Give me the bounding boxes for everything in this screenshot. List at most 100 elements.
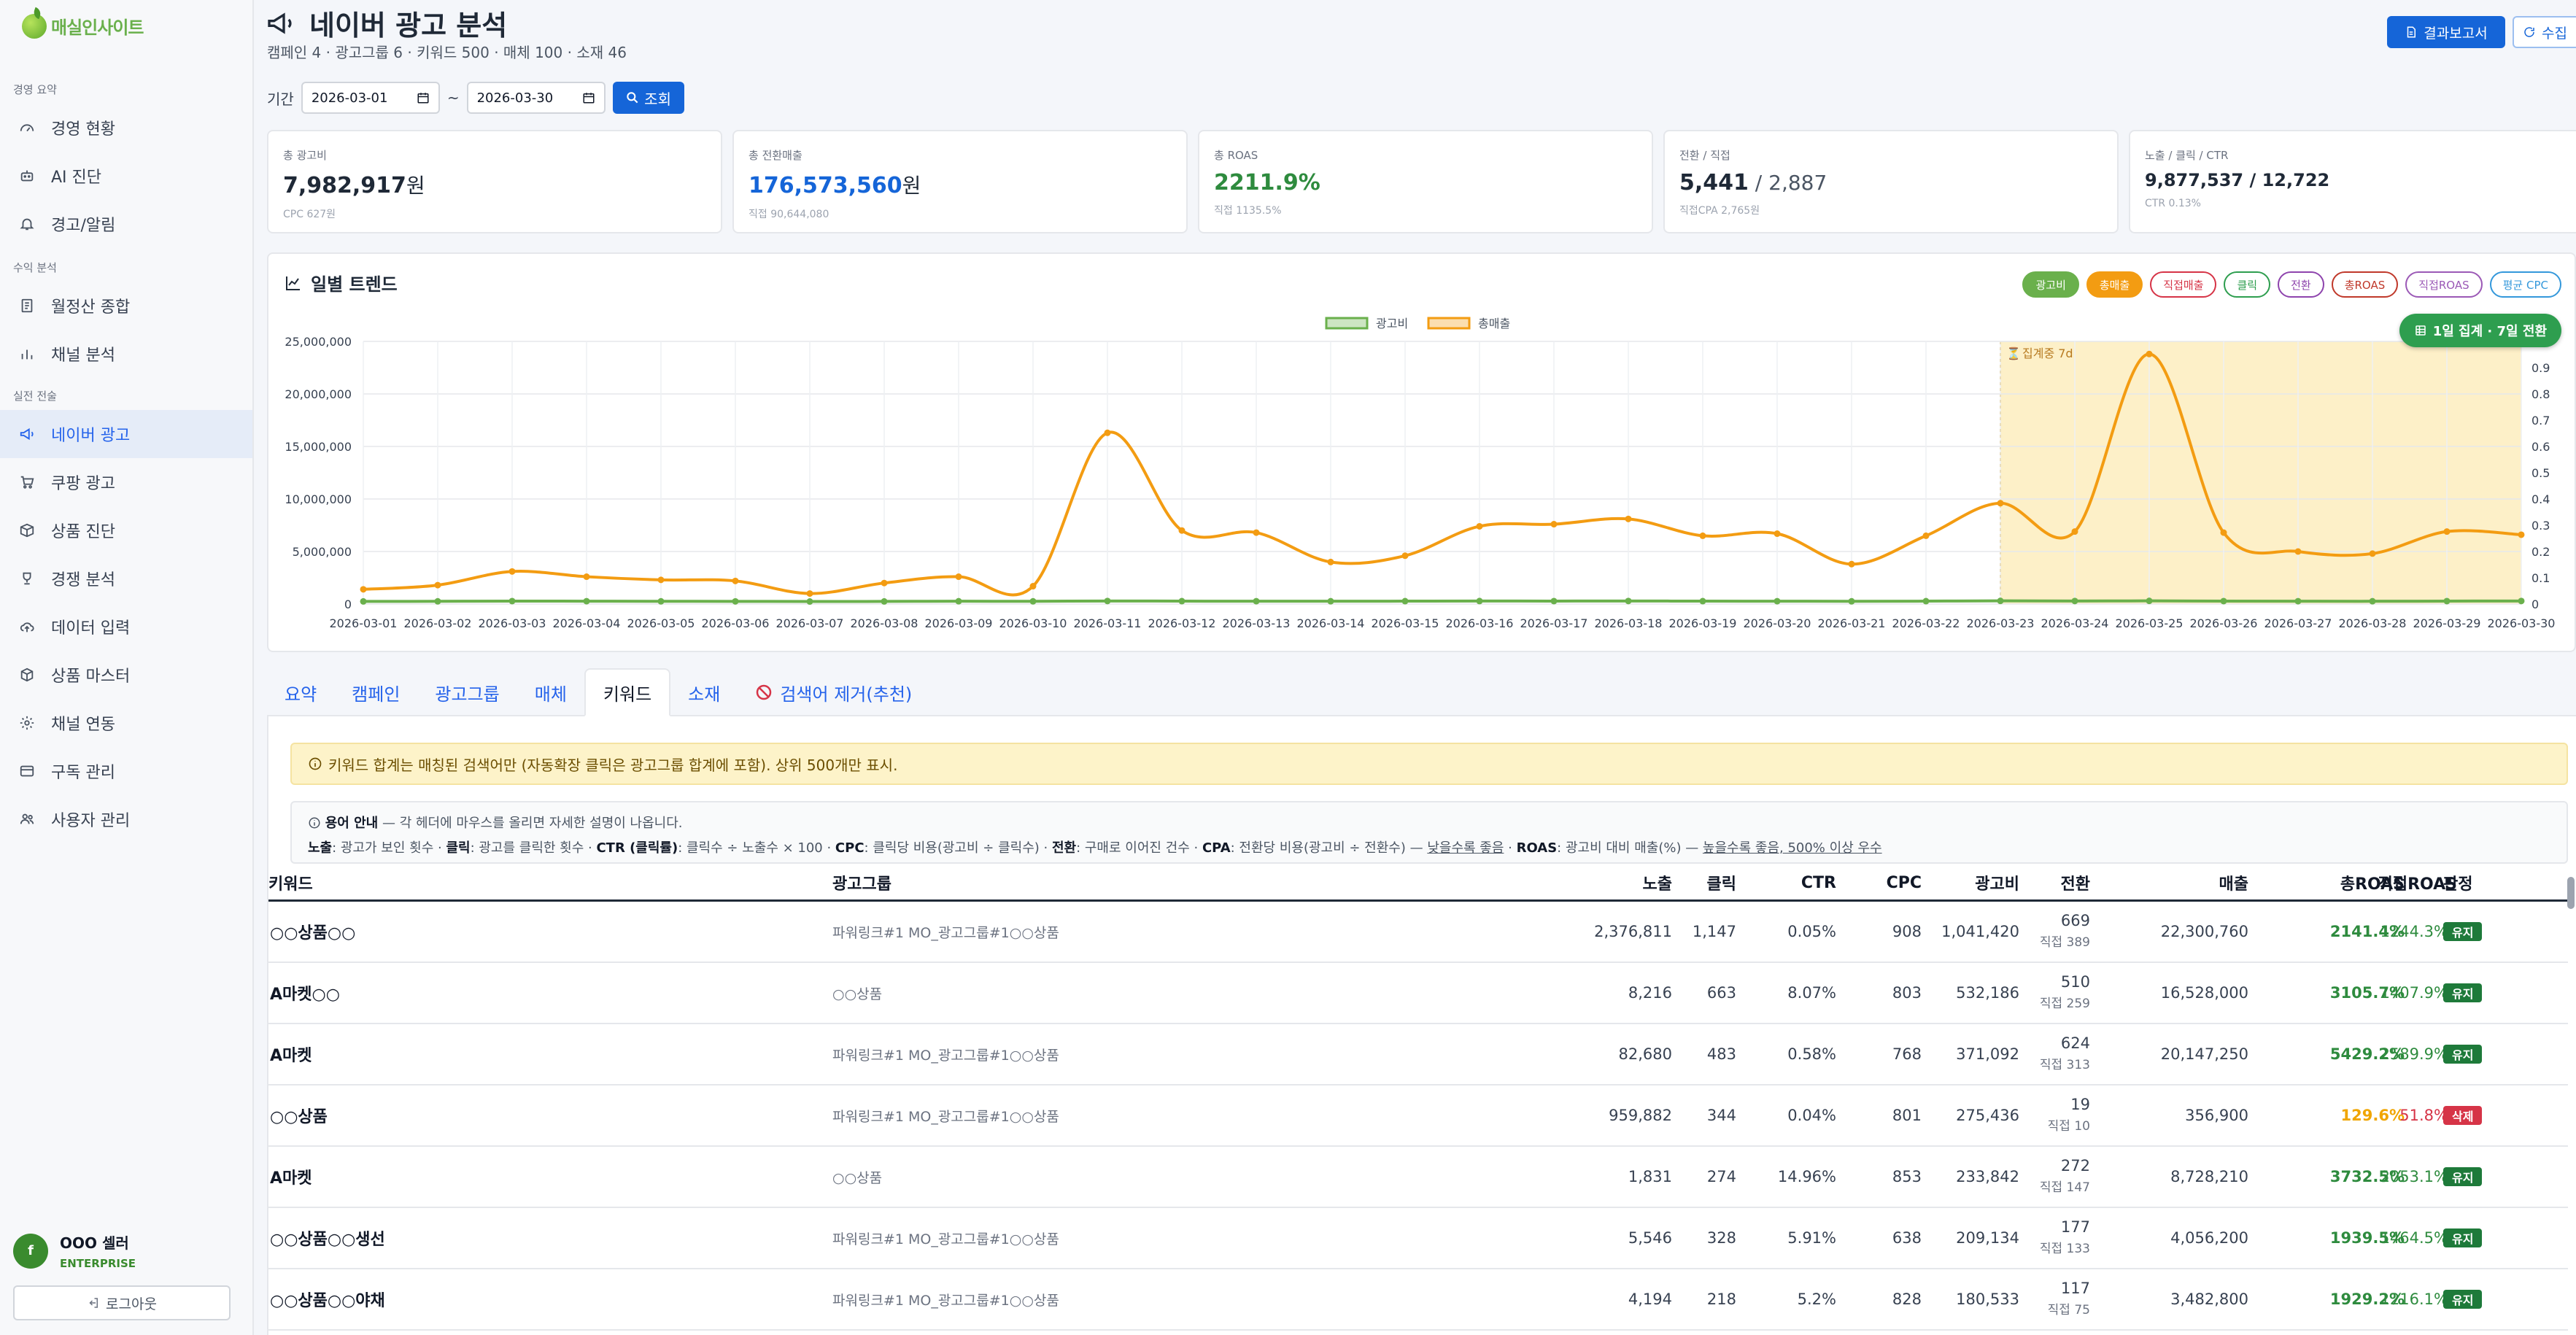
sidebar-item-naver-ads[interactable]: 네이버 광고 <box>0 410 252 458</box>
sidebar-item-users[interactable]: 사용자 관리 <box>0 795 252 843</box>
guide-desc: : 광고가 보인 횟수 · <box>332 840 446 856</box>
tab-keyword[interactable]: 키워드 <box>584 668 671 716</box>
cell-impressions: 8,216 <box>1628 984 1672 1002</box>
table-row[interactable]: A마켓 ○○상품 1,831 274 14.96% 853 233,842 8,728,210… <box>268 1147 2568 1208</box>
sidebar-item-label: 쿠팡 광고 <box>51 475 115 493</box>
cell-direct-roas: 1244.3% <box>2380 923 2448 940</box>
conversions-total: 177 <box>2060 1218 2090 1236</box>
sidebar-item-competition[interactable]: 경쟁 분석 <box>0 554 252 603</box>
cell-conversions: 624 직접 313 <box>2040 1024 2090 1084</box>
verdict-badge: 유지 <box>2443 1045 2483 1064</box>
cell-clicks: 483 <box>1706 1045 1736 1063</box>
app-logo[interactable]: 매실인사이트 <box>22 13 144 39</box>
series-toggle-pill[interactable]: 직접매출 <box>2150 271 2217 298</box>
y-tick-label: 25,000,000 <box>285 335 352 349</box>
table-row[interactable]: A마켓○○ ○○상품 8,216 663 8.07% 803 532,186 16,528,0… <box>268 963 2568 1024</box>
series-toggle-pill[interactable]: 클릭 <box>2224 271 2271 298</box>
data-point <box>2518 597 2525 605</box>
cell-adgroup: ○○상품 <box>832 986 883 1002</box>
sidebar-item-alerts[interactable]: 경고/알림 <box>0 200 252 248</box>
data-point <box>1774 530 1781 538</box>
data-point <box>732 577 739 584</box>
col-header-conversions[interactable]: 전환 <box>2061 870 2090 896</box>
collect-button[interactable]: 수집 <box>2513 16 2576 48</box>
search-icon <box>627 92 638 104</box>
col-header-impressions[interactable]: 노출 <box>1643 870 1672 896</box>
tab-media[interactable]: 매체 <box>517 668 584 716</box>
aggregation-toggle-button[interactable]: 1일 집계 · 7일 전환 <box>2399 314 2561 347</box>
user-profile[interactable]: f OOO 셀러 ENTERPRISE <box>13 1231 136 1270</box>
table-row[interactable]: ○○상품 파워링크#1 MO_광고그룹#1○○상품 959,882 344 0.04% 8… <box>268 1086 2568 1147</box>
kpi-note: 직접CPA 2,765원 <box>1679 205 1760 217</box>
table-row[interactable]: ○○상품○○ 파워링크#1 MO_광고그룹#1○○상품 2,376,811 1,147… <box>268 902 2568 963</box>
sidebar-item-product-master[interactable]: 상품 마스터 <box>0 651 252 699</box>
sidebar-item-monthly-settlement[interactable]: 월정산 종합 <box>0 282 252 330</box>
sidebar-item-channel-analysis[interactable]: 채널 분석 <box>0 330 252 378</box>
kpi-card-impressions: 노출 / 클릭 / CTR 9,877,537 / 12,722 CTR 0.1… <box>2129 130 2576 233</box>
search-button-label: 조회 <box>644 90 671 108</box>
gauge-icon <box>20 124 34 132</box>
cell-ctr: 5.2% <box>1797 1290 1836 1308</box>
end-date-input[interactable]: 2026-03-30 <box>466 82 606 114</box>
sidebar-item-ai-diagnosis[interactable]: AI 진단 <box>0 152 252 200</box>
cell-roas: 129.6% <box>2340 1107 2405 1124</box>
cell-conversions: 177 직접 133 <box>2040 1208 2090 1268</box>
series-toggle-pill[interactable]: 총매출 <box>2086 271 2143 298</box>
table-row[interactable]: ○○상품○○생선 파워링크#1 MO_광고그룹#1○○상품 5,546 328 5.91… <box>268 1208 2568 1269</box>
guide-term: 전환 <box>1051 840 1077 856</box>
logout-button[interactable]: 로그아웃 <box>13 1285 231 1320</box>
sidebar-item-data-input[interactable]: 데이터 입력 <box>0 603 252 651</box>
sidebar-item-coupang-ads[interactable]: 쿠팡 광고 <box>0 458 252 506</box>
guide-separator: · <box>1504 840 1517 856</box>
col-header-cpc[interactable]: CPC <box>1887 870 1922 896</box>
col-header-verdict[interactable]: 판정 <box>2443 870 2472 896</box>
series-toggle-pill[interactable]: 전환 <box>2278 271 2324 298</box>
sidebar: 매실인사이트 경영 요약 경영 현황 AI 진단 경고/알림 수익 분석 월정산… <box>0 0 254 1335</box>
sidebar-item-product-diagnosis[interactable]: 상품 진단 <box>0 506 252 554</box>
table-row[interactable]: ○○상품○○야채 파워링크#1 MO_광고그룹#1○○상품 4,194 218 5.2%… <box>268 1269 2568 1331</box>
tab-campaign[interactable]: 캠페인 <box>334 668 417 716</box>
kpi-note: CTR 0.13% <box>2145 198 2201 209</box>
cell-direct-roas: 2589.9% <box>2380 1045 2448 1063</box>
col-header-keyword[interactable]: 키워드 <box>268 870 313 896</box>
table-header: 키워드 광고그룹 노출 클릭 CTR CPC 광고비 전환 매출 총ROAS 직… <box>268 874 2568 902</box>
tab-search-term-removal[interactable]: 검색어 제거(추천) <box>738 668 929 716</box>
col-header-adgroup[interactable]: 광고그룹 <box>832 870 891 896</box>
kpi-secondary: / 2,887 <box>1748 171 1827 195</box>
cell-clicks: 663 <box>1706 984 1736 1002</box>
x-tick-label: 2026-03-23 <box>1967 616 2035 630</box>
sidebar-item-label: 월정산 종합 <box>51 298 131 317</box>
sidebar-item-overview[interactable]: 경영 현황 <box>0 104 252 152</box>
sidebar-item-subscription[interactable]: 구독 관리 <box>0 747 252 795</box>
megaphone-icon <box>20 427 34 441</box>
table-scrollbar[interactable] <box>2567 877 2575 909</box>
start-date-input[interactable]: 2026-03-01 <box>301 82 440 114</box>
sidebar-item-channel-link[interactable]: 채널 연동 <box>0 699 252 747</box>
tab-creative[interactable]: 소재 <box>670 668 738 716</box>
conversions-direct: 직접 10 <box>2047 1119 2090 1134</box>
col-header-clicks[interactable]: 클릭 <box>1707 870 1736 896</box>
series-toggle-pill[interactable]: 총ROAS <box>2331 271 2399 298</box>
col-header-revenue[interactable]: 매출 <box>2219 870 2248 896</box>
tab-label: 소재 <box>688 684 721 705</box>
cell-cpc: 803 <box>1892 984 1922 1002</box>
series-toggle-pill[interactable]: 평균 CPC <box>2489 271 2561 298</box>
tab-adgroup[interactable]: 광고그룹 <box>417 668 517 716</box>
col-header-cost[interactable]: 광고비 <box>1975 870 2019 896</box>
y-tick-label: 5,000,000 <box>293 545 352 559</box>
series-toggle-pill[interactable]: 직접ROAS <box>2405 271 2483 298</box>
report-button[interactable]: 결과보고서 <box>2387 16 2505 48</box>
receipt-icon <box>21 298 33 313</box>
tab-summary[interactable]: 요약 <box>267 668 334 716</box>
kpi-card-total-revenue: 총 전환매출 176,573,560원 직접 90,644,080 <box>732 130 1188 233</box>
cell-clicks: 218 <box>1706 1290 1736 1308</box>
col-header-ctr[interactable]: CTR <box>1801 870 1836 896</box>
table-row[interactable]: A마켓 파워링크#1 MO_광고그룹#1○○상품 82,680 483 0.58% 768… <box>268 1024 2568 1086</box>
data-point <box>2294 597 2302 605</box>
series-toggle-pill[interactable]: 광고비 <box>2022 271 2079 298</box>
sidebar-item-label: 사용자 관리 <box>51 812 131 830</box>
search-button[interactable]: 조회 <box>612 82 684 114</box>
data-point <box>1253 597 1260 605</box>
cell-verdict: 유지 <box>2443 1147 2483 1207</box>
guide-emphasis: 높을수록 좋음, 500% 이상 우수 <box>1702 840 1882 856</box>
